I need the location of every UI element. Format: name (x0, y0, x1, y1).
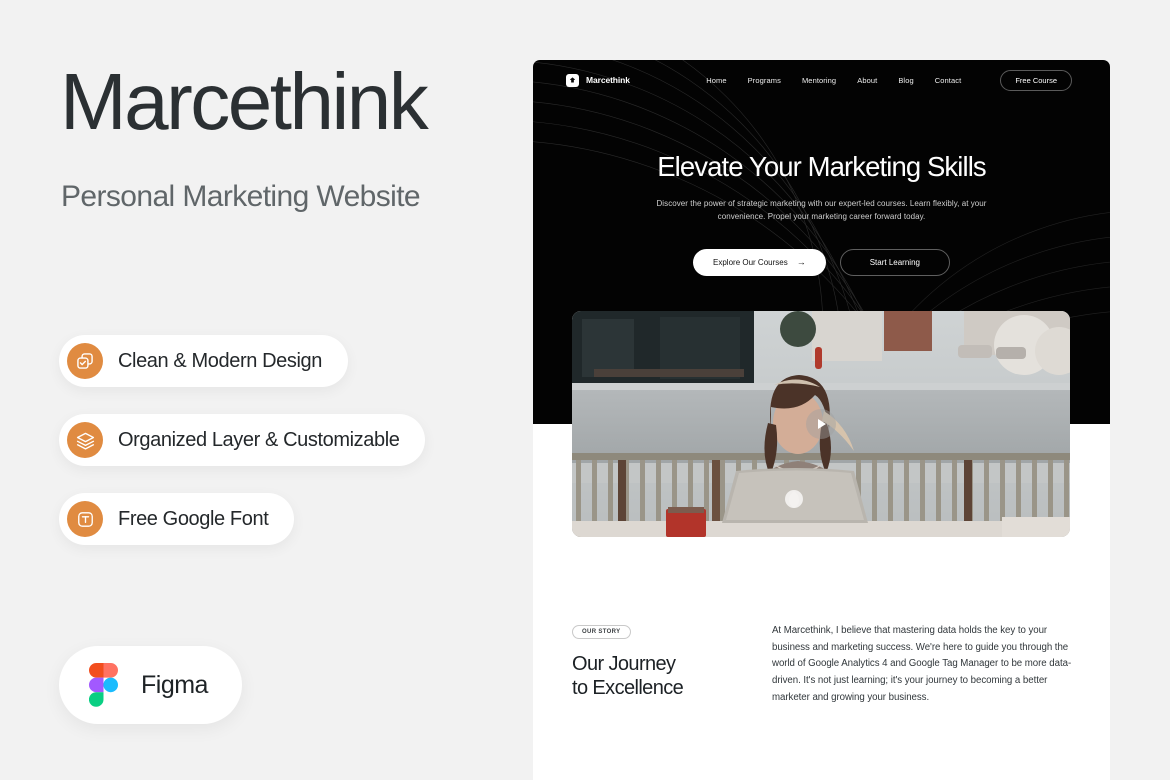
figma-logo (88, 663, 119, 707)
story-left-column: OUR STORY Our Journey to Excellence (572, 620, 772, 706)
feature-label: Clean & Modern Design (118, 349, 322, 372)
text-font-icon (67, 501, 103, 537)
story-heading-line2: to Excellence (572, 677, 684, 700)
explore-our-courses-button[interactable]: Explore Our Courses → (693, 248, 826, 276)
feature-label: Free Google Font (118, 507, 269, 530)
play-button[interactable] (806, 409, 836, 439)
story-heading: Our Journey to Excellence (572, 652, 772, 702)
play-triangle-icon (818, 419, 826, 429)
feature-item-clean-modern-design: Clean & Modern Design (59, 335, 348, 387)
nav-item-home[interactable]: Home (706, 76, 726, 85)
nav-item-programs[interactable]: Programs (748, 76, 781, 85)
explore-button-label: Explore Our Courses (713, 257, 788, 267)
story-section: OUR STORY Our Journey to Excellence At M… (533, 620, 1110, 706)
feature-item-free-google-font: Free Google Font (59, 493, 295, 545)
hero-subtitle: Discover the power of strategic marketin… (656, 199, 987, 222)
nav-item-contact[interactable]: Contact (935, 76, 962, 85)
hero-title: Elevate Your Marketing Skills (657, 151, 986, 182)
layers-icon (67, 422, 103, 458)
story-paragraph: At Marcethink, I believe that mastering … (772, 625, 1072, 703)
feature-label: Organized Layer & Customizable (118, 428, 400, 451)
nav-item-about[interactable]: About (857, 76, 877, 85)
hero-buttons: Explore Our Courses → Start Learning (533, 248, 1110, 276)
presentation-panel: Marcethink Personal Marketing Website Cl… (0, 0, 533, 780)
page-title: Marcethink (60, 57, 429, 146)
arrow-right-icon: → (796, 256, 806, 267)
figma-badge: Figma (59, 646, 242, 724)
logo-icon (566, 73, 579, 87)
story-heading-line1: Our Journey (572, 652, 676, 675)
figma-label: Figma (141, 670, 208, 699)
duplicate-icon (67, 343, 103, 379)
website-mockup: Marcethink Home Programs Mentoring About… (533, 60, 1110, 780)
brand[interactable]: Marcethink (566, 73, 630, 87)
video-card[interactable] (572, 311, 1070, 537)
feature-list: Clean & Modern Design Organized Layer & … (59, 335, 426, 572)
hero-content: Elevate Your Marketing Skills Discover t… (533, 100, 1110, 276)
free-course-button[interactable]: Free Course (1000, 69, 1072, 91)
our-story-badge: OUR STORY (572, 625, 631, 639)
site-navbar: Marcethink Home Programs Mentoring About… (533, 60, 1110, 100)
start-learning-button[interactable]: Start Learning (839, 248, 950, 276)
brand-name: Marcethink (586, 75, 630, 85)
nav-item-mentoring[interactable]: Mentoring (802, 76, 836, 85)
page-subtitle: Personal Marketing Website (61, 180, 421, 213)
feature-item-organized-layer: Organized Layer & Customizable (59, 414, 426, 466)
nav-item-blog[interactable]: Blog (898, 76, 913, 85)
nav-links: Home Programs Mentoring About Blog Conta… (706, 69, 1072, 91)
